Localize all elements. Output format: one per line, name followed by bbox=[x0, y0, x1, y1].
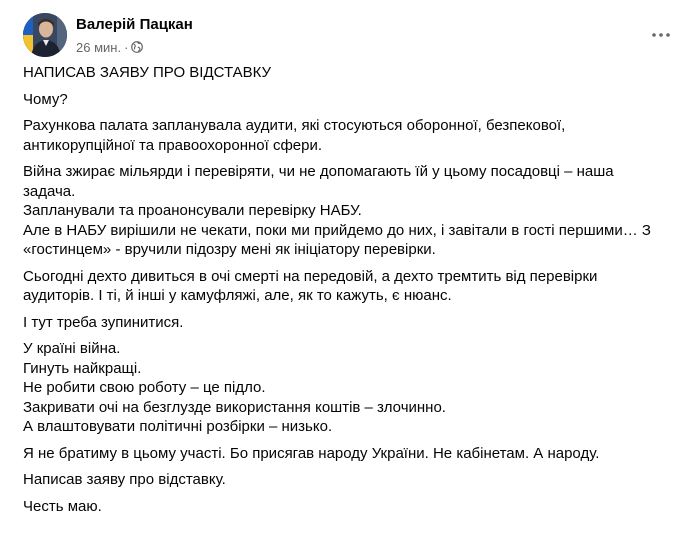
post-text-line: «гостинцем» - вручили підозру мені як ін… bbox=[23, 241, 436, 258]
post-text-line: Сьогодні дехто дивиться в очі смерті на … bbox=[23, 267, 598, 285]
post-text-line: аудиторів. І ті, й інші у камуфляжі, але… bbox=[23, 287, 452, 304]
avatar[interactable] bbox=[23, 13, 67, 57]
post-text-line: антикорупційної та правоохоронної сфери. bbox=[23, 136, 323, 154]
post-paragraph: У країні війна. Гинуть найкращі. Не робити… bbox=[23, 339, 673, 437]
post-text-line: І тут треба зупинитися. bbox=[23, 313, 184, 331]
post-text-line: задача. bbox=[23, 182, 76, 200]
facebook-post: Валерій Пацкан 26 мин. · НАПИСАВ ЗАЯВУ П… bbox=[0, 0, 688, 535]
post-text-line: У країні війна. bbox=[23, 340, 121, 357]
author-name[interactable]: Валерій Пацкан bbox=[76, 16, 193, 33]
post-header: Валерій Пацкан 26 мин. · bbox=[23, 13, 673, 57]
post-text-line: Честь маю. bbox=[23, 497, 102, 515]
post-paragraph: Рахункова палата запланувала аудити, які… bbox=[23, 116, 673, 155]
post-meta: 26 мин. · bbox=[76, 39, 144, 55]
globe-icon[interactable] bbox=[131, 41, 144, 53]
post-text-line: Закривати очі на безглузде використання … bbox=[23, 398, 446, 416]
post-text-line: Не робити свою роботу – це підло. bbox=[23, 379, 266, 396]
post-text-line: Запланували та проанонсували перевірку Н… bbox=[23, 202, 362, 219]
post-text-line: НАПИСАВ ЗАЯВУ ПРО ВІДСТАВКУ bbox=[23, 64, 272, 81]
post-paragraph: Сьогодні дехто дивиться в очі смерті на … bbox=[23, 267, 673, 306]
post-timestamp[interactable]: 26 мин. bbox=[76, 40, 121, 55]
post-paragraph: Написав заяву про відставку. bbox=[23, 470, 673, 490]
post-text-line: Чому? bbox=[23, 90, 68, 108]
post-text-line: Але в НАБУ вирішили не чекати, поки ми п… bbox=[23, 221, 651, 239]
post-text: НАПИСАВ ЗАЯВУ ПРО ВІДСТАВКУ Чому? Рахунков… bbox=[23, 63, 673, 523]
post-paragraph: І тут треба зупинитися. bbox=[23, 313, 673, 333]
meta-separator: · bbox=[124, 39, 129, 55]
post-text-line: Я не братиму в цьому участі. Бо присягав… bbox=[23, 444, 600, 462]
post-text-line: Написав заяву про відставку. bbox=[23, 471, 226, 488]
post-text-line: Гинуть найкращі. bbox=[23, 359, 142, 377]
post-paragraph: Війна зжирає мільярди і перевіряти, чи н… bbox=[23, 162, 673, 260]
post-text-line: Війна зжирає мільярди і перевіряти, чи н… bbox=[23, 163, 614, 180]
post-paragraph: НАПИСАВ ЗАЯВУ ПРО ВІДСТАВКУ bbox=[23, 63, 673, 83]
more-options-icon[interactable] bbox=[649, 23, 673, 47]
post-paragraph: Чому? bbox=[23, 90, 673, 110]
post-text-line: Рахункова палата запланувала аудити, які… bbox=[23, 117, 566, 134]
post-paragraph: Я не братиму в цьому участі. Бо присягав… bbox=[23, 444, 673, 464]
post-text-line: А влаштовувати політичні розбірки – низь… bbox=[23, 418, 333, 435]
post-paragraph: Честь маю. bbox=[23, 497, 673, 517]
